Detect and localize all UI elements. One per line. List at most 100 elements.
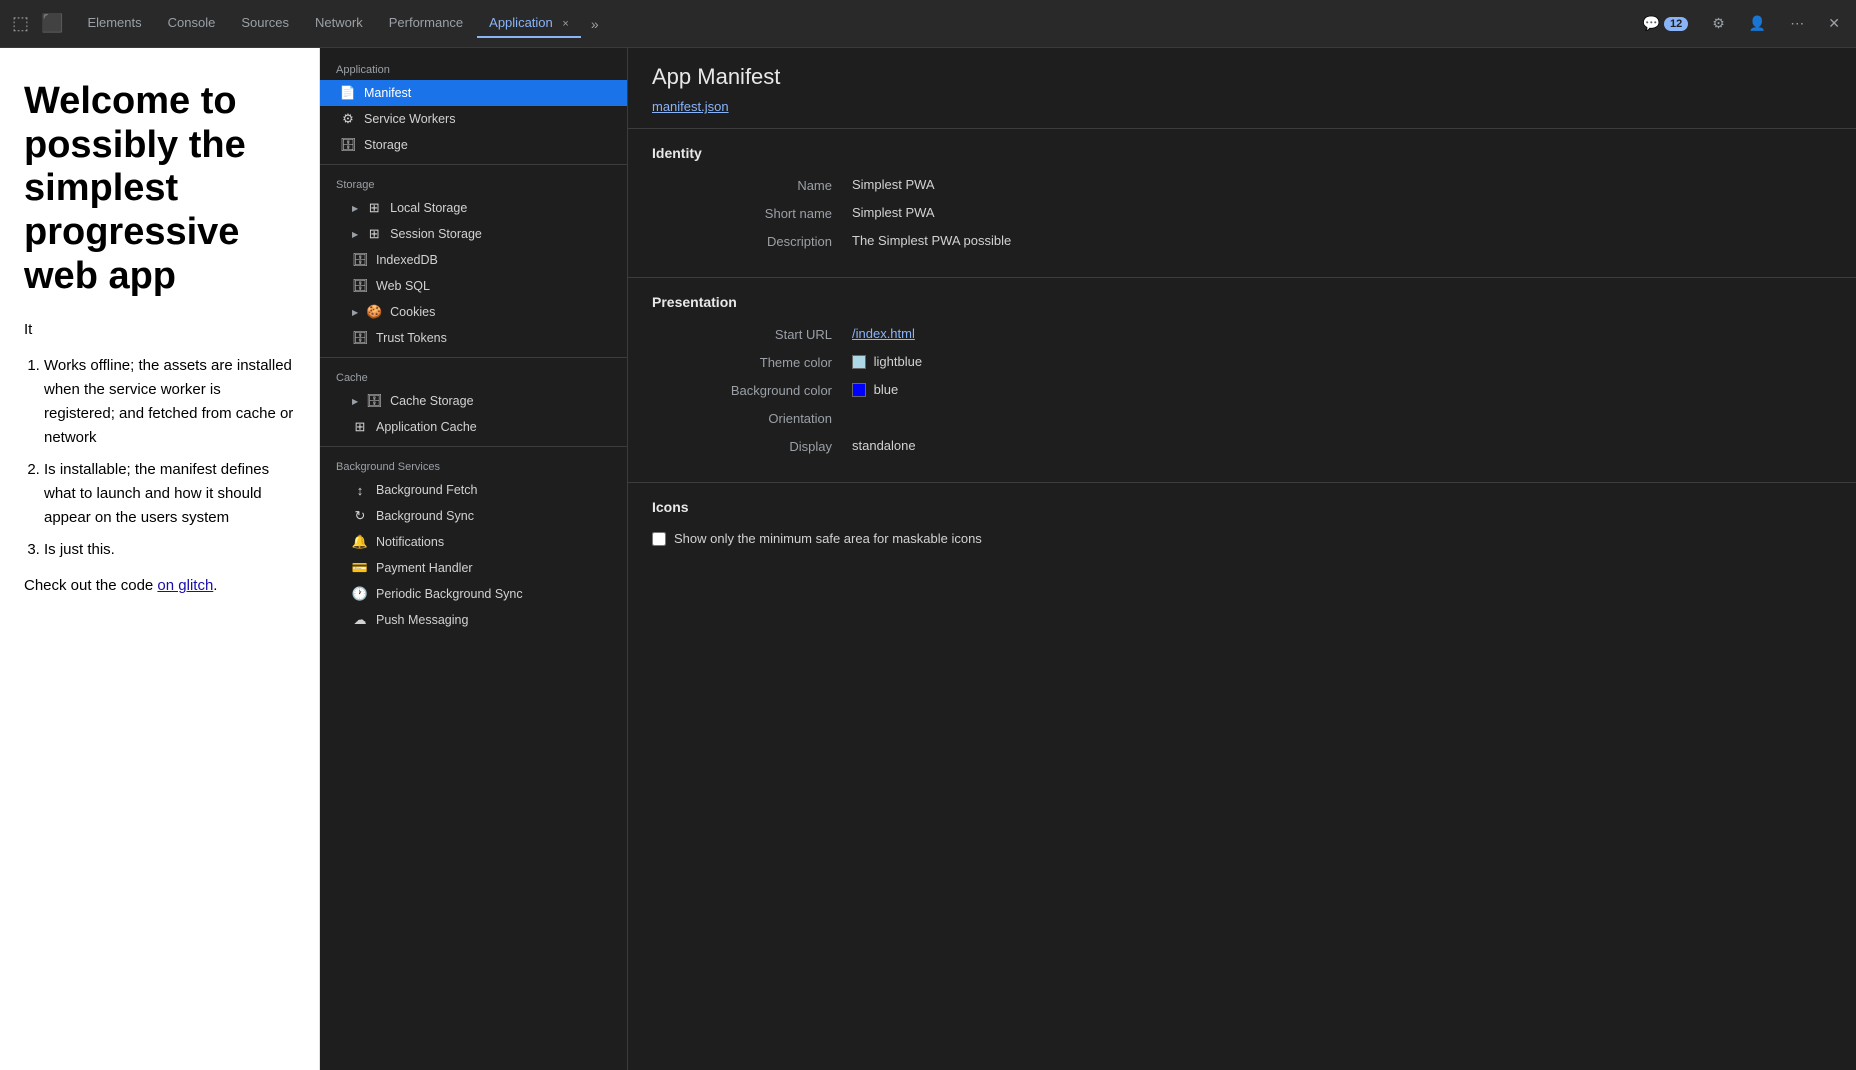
- close-button[interactable]: ✕: [1820, 11, 1848, 36]
- description-label: Description: [652, 233, 852, 249]
- start-url-row: Start URL /index.html: [652, 326, 1832, 342]
- sidebar-item-label: Trust Tokens: [376, 331, 447, 345]
- short-name-value: Simplest PWA: [852, 205, 935, 220]
- triangle-icon: [352, 397, 358, 406]
- short-name-label: Short name: [652, 205, 852, 221]
- sidebar-item-push-messaging[interactable]: ☁ Push Messaging: [320, 607, 627, 633]
- tab-network[interactable]: Network: [303, 9, 375, 38]
- triangle-icon: [352, 204, 358, 213]
- maskable-icons-checkbox[interactable]: [652, 532, 666, 546]
- sidebar-item-payment-handler[interactable]: 💳 Payment Handler: [320, 555, 627, 581]
- name-label: Name: [652, 177, 852, 193]
- maskable-icons-row: Show only the minimum safe area for mask…: [652, 531, 1832, 546]
- triangle-icon: [352, 308, 358, 317]
- sidebar-item-local-storage[interactable]: ⊞ Local Storage: [320, 195, 627, 221]
- sidebar-item-label: Payment Handler: [376, 561, 473, 575]
- start-url-link[interactable]: /index.html: [852, 326, 915, 341]
- main-layout: Welcome to possibly the simplest progres…: [0, 48, 1856, 1070]
- tab-application[interactable]: Application ×: [477, 9, 581, 38]
- bg-color-swatch[interactable]: [852, 383, 866, 397]
- orientation-row: Orientation: [652, 410, 1832, 426]
- name-row: Name Simplest PWA: [652, 177, 1832, 193]
- display-label: Display: [652, 438, 852, 454]
- sidebar-item-label: Application Cache: [376, 420, 477, 434]
- list-item: Is just this.: [44, 538, 295, 562]
- presentation-title: Presentation: [652, 294, 1832, 310]
- issues-badge: 12: [1664, 17, 1688, 31]
- sidebar-item-bg-sync[interactable]: ↻ Background Sync: [320, 503, 627, 529]
- description-row: Description The Simplest PWA possible: [652, 233, 1832, 249]
- sidebar-application-label: Application: [320, 56, 627, 80]
- orientation-label: Orientation: [652, 410, 852, 426]
- presentation-section: Presentation Start URL /index.html Theme…: [628, 278, 1856, 483]
- sidebar-item-notifications[interactable]: 🔔 Notifications: [320, 529, 627, 555]
- start-url-label: Start URL: [652, 326, 852, 342]
- sidebar-item-label: Background Sync: [376, 509, 474, 523]
- sidebar-item-storage[interactable]: 🗄 Storage: [320, 132, 627, 158]
- tab-sources[interactable]: Sources: [229, 9, 301, 38]
- page-title: App Manifest: [652, 64, 1832, 90]
- sidebar-item-cookies[interactable]: 🍪 Cookies: [320, 299, 627, 325]
- tab-close-icon[interactable]: ×: [562, 18, 568, 30]
- bell-icon: 🔔: [352, 534, 368, 550]
- sidebar-item-label: IndexedDB: [376, 253, 438, 267]
- sidebar-item-manifest[interactable]: 📄 Manifest: [320, 80, 627, 106]
- sidebar-item-session-storage[interactable]: ⊞ Session Storage: [320, 221, 627, 247]
- db-icon: 🗄: [340, 137, 356, 153]
- issues-icon: 💬: [1643, 15, 1660, 32]
- bg-color-value: blue: [852, 382, 898, 398]
- sidebar-item-label: Storage: [364, 138, 408, 152]
- sidebar-item-trust-tokens[interactable]: 🗄 Trust Tokens: [320, 325, 627, 351]
- tab-console[interactable]: Console: [156, 9, 228, 38]
- sidebar-item-label: Service Workers: [364, 112, 455, 126]
- content-header: App Manifest manifest.json: [628, 48, 1856, 129]
- more-tabs-button[interactable]: »: [583, 12, 607, 36]
- display-value: standalone: [852, 438, 916, 453]
- sidebar-item-label: Session Storage: [390, 227, 482, 241]
- sidebar-item-label: Periodic Background Sync: [376, 587, 523, 601]
- triangle-icon: [352, 230, 358, 239]
- issues-button[interactable]: 💬 12: [1635, 11, 1697, 36]
- sidebar-cache-label: Cache: [320, 364, 627, 388]
- card-icon: 💳: [352, 560, 368, 576]
- chrome-actions: 💬 12 ⚙ 👤 ⋯ ✕: [1635, 11, 1848, 36]
- dock-icon[interactable]: ⬛: [37, 9, 67, 38]
- table-icon: ⊞: [366, 226, 382, 242]
- maskable-icons-label: Show only the minimum safe area for mask…: [674, 531, 982, 546]
- sidebar-item-label: Push Messaging: [376, 613, 468, 627]
- glitch-link[interactable]: on glitch: [157, 577, 213, 594]
- customize-icon: 👤: [1749, 15, 1766, 32]
- start-url-value: /index.html: [852, 326, 915, 341]
- sidebar-item-web-sql[interactable]: 🗄 Web SQL: [320, 273, 627, 299]
- tab-elements[interactable]: Elements: [75, 9, 153, 38]
- sidebar-storage-label: Storage: [320, 171, 627, 195]
- sidebar-item-indexeddb[interactable]: 🗄 IndexedDB: [320, 247, 627, 273]
- manifest-link[interactable]: manifest.json: [652, 99, 729, 114]
- sidebar-item-label: Cookies: [390, 305, 435, 319]
- sidebar-item-cache-storage[interactable]: 🗄 Cache Storage: [320, 388, 627, 414]
- sidebar-item-bg-fetch[interactable]: ↕ Background Fetch: [320, 477, 627, 503]
- sidebar-item-app-cache[interactable]: ⊞ Application Cache: [320, 414, 627, 440]
- webpage-list: Works offline; the assets are installed …: [24, 354, 295, 562]
- display-row: Display standalone: [652, 438, 1832, 454]
- short-name-row: Short name Simplest PWA: [652, 205, 1832, 221]
- sidebar-bg-services-label: Background Services: [320, 453, 627, 477]
- db-icon: 🗄: [352, 330, 368, 346]
- webpage-preview: Welcome to possibly the simplest progres…: [0, 48, 320, 1070]
- settings-button[interactable]: ⚙: [1704, 11, 1733, 36]
- tab-performance[interactable]: Performance: [377, 9, 475, 38]
- customize-button[interactable]: 👤: [1741, 11, 1774, 36]
- bg-color-label: Background color: [652, 382, 852, 398]
- sidebar-item-label: Web SQL: [376, 279, 430, 293]
- cursor-icon[interactable]: ⬚: [8, 9, 33, 38]
- sidebar-item-service-workers[interactable]: ⚙ Service Workers: [320, 106, 627, 132]
- theme-color-swatch[interactable]: [852, 355, 866, 369]
- more-button[interactable]: ⋯: [1782, 11, 1812, 36]
- icons-section: Icons Show only the minimum safe area fo…: [628, 483, 1856, 562]
- bg-color-row: Background color blue: [652, 382, 1832, 398]
- cloud-icon: ☁: [352, 612, 368, 628]
- divider: [320, 164, 627, 165]
- webpage-body: It Works offline; the assets are install…: [24, 318, 295, 598]
- sidebar-item-periodic-bg-sync[interactable]: 🕐 Periodic Background Sync: [320, 581, 627, 607]
- devtools-panel: Application 📄 Manifest ⚙ Service Workers…: [320, 48, 1856, 1070]
